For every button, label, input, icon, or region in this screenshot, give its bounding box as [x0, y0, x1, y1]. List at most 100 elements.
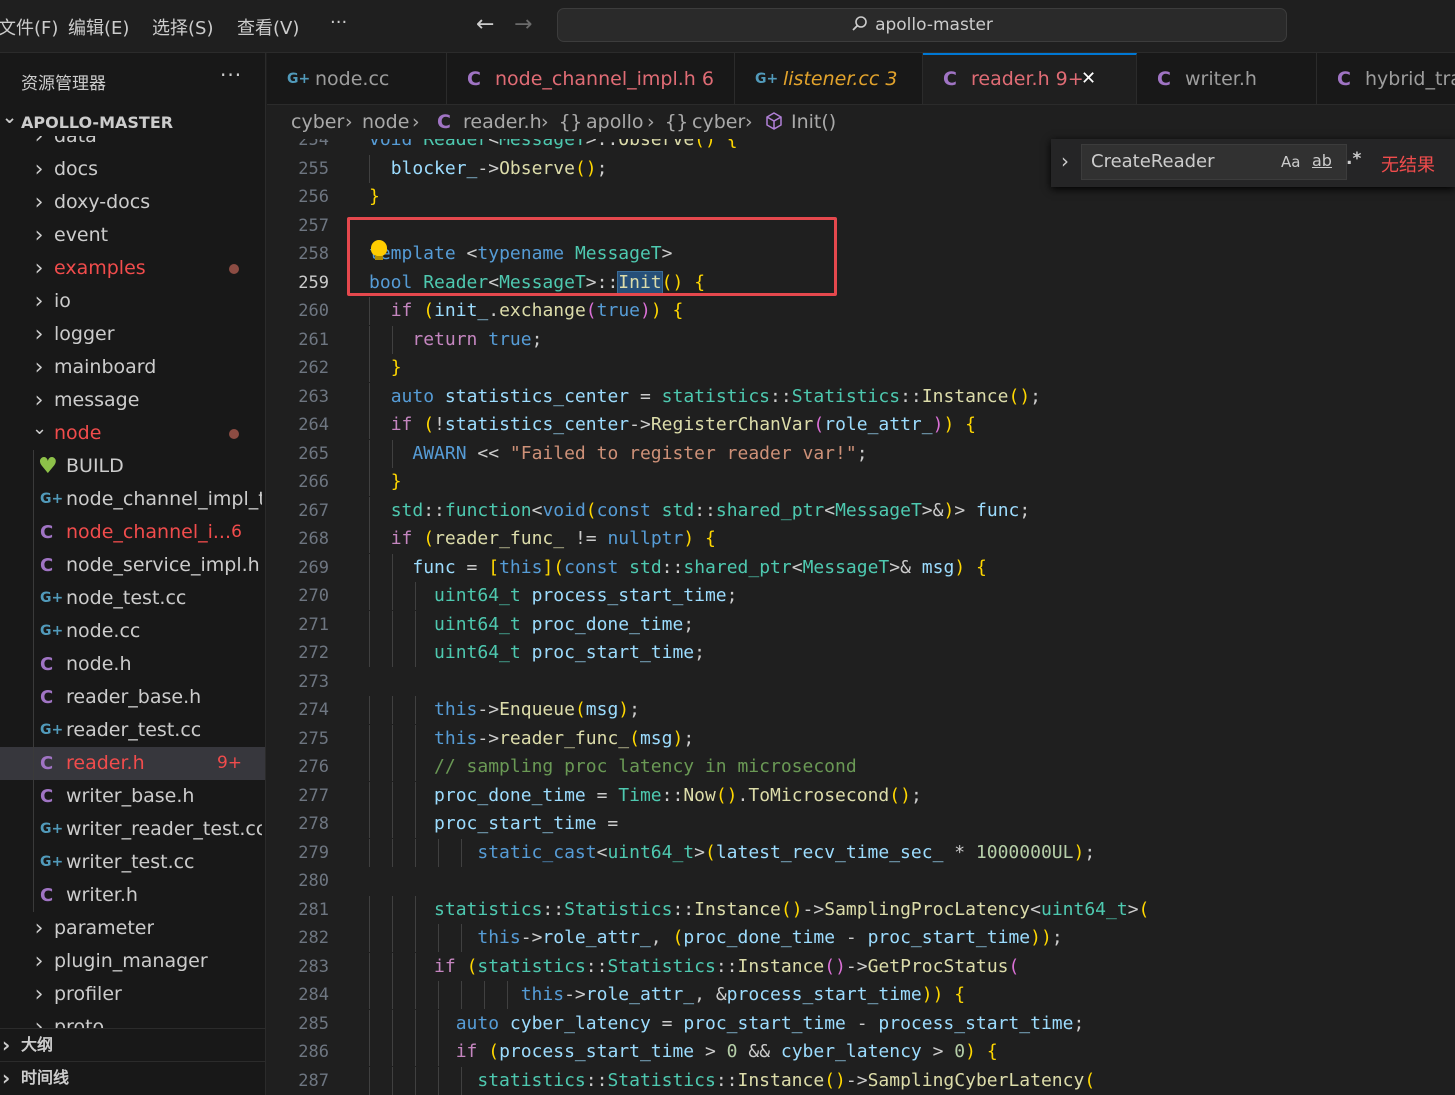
tree-item[interactable]: G+ node_test.cc [0, 582, 265, 615]
code-line: 271 uint64_t proc_done_time; [267, 610, 1455, 639]
tree-item[interactable]: G+node_channel_impl_t... [0, 483, 265, 516]
match-case-toggle[interactable]: Aa [1281, 153, 1300, 171]
tree-item-label: event [54, 224, 109, 246]
line-number: 282 [298, 928, 329, 948]
code-text: template <typename MessageT> [369, 243, 673, 264]
c-header-file-icon: C [40, 555, 54, 576]
problem-count-badge: 9+ [216, 753, 242, 773]
tab-label: reader.h 9+ [971, 68, 1084, 90]
line-number: 279 [298, 842, 329, 863]
breadcrumb-item[interactable]: cyber [291, 105, 344, 139]
toggle-replace-chevron-icon[interactable]: › [1061, 149, 1069, 173]
tree-item[interactable]: › examples [0, 252, 265, 285]
problem-count-badge: 6 [231, 522, 242, 542]
tree-item[interactable]: Cwriter.h [0, 879, 265, 912]
whole-word-toggle[interactable]: ab [1312, 151, 1332, 170]
code-text: this->reader_func_(msg); [434, 727, 695, 749]
line-number: 268 [298, 529, 329, 549]
indent-guide [33, 549, 34, 582]
tab-label: node.cc [315, 68, 390, 90]
tree-item-label: docs [54, 158, 99, 180]
editor-tab[interactable]: Cwriter.h [1137, 53, 1317, 104]
tree-item[interactable]: › docs [0, 153, 265, 186]
tab-label: hybrid_transm [1365, 68, 1455, 90]
tab-label: node_channel_impl.h 6 [495, 68, 714, 90]
editor-tab[interactable]: Chybrid_transm [1317, 53, 1455, 104]
code-line: 262 } [267, 354, 1455, 382]
tree-item[interactable]: Cnode.h [0, 648, 265, 681]
close-icon[interactable]: ✕ [1081, 55, 1096, 103]
find-result-status: 无结果 [1381, 155, 1435, 176]
tree-item-label: node [54, 422, 102, 444]
code-editor[interactable]: 254 void Reader<MessageT>::Observe() {255… [267, 139, 1455, 1095]
breadcrumb-separator: › [647, 111, 655, 133]
c-header-file-icon: C [40, 522, 54, 543]
code-line: 283 if (statistics::Statistics::Instance… [267, 952, 1455, 981]
editor-tab[interactable]: G+ node.cc [267, 53, 447, 104]
code-text: } [390, 357, 402, 378]
breadcrumb-item[interactable]: apollo [586, 105, 644, 139]
find-input[interactable]: CreateReader [1081, 144, 1347, 180]
tree-item[interactable]: Cnode_channel_i... 6 [0, 516, 265, 549]
tree-item[interactable]: G+ writer_reader_test.cc [0, 813, 265, 846]
tree-item[interactable]: › data [0, 136, 265, 153]
back-arrow-icon[interactable]: ← [476, 12, 494, 37]
header-file-icon: C [437, 111, 451, 133]
outline-panel-header[interactable]: › 大纲 [0, 1028, 265, 1061]
tree-item[interactable]: G+ node.cc [0, 615, 265, 648]
workspace-root-label: APOLLO-MASTER [21, 113, 174, 132]
c-header-file-icon: C [943, 68, 957, 90]
editor-tab[interactable]: G+ listener.cc 3 [735, 53, 923, 104]
forward-arrow-icon[interactable]: → [514, 12, 532, 37]
tree-item[interactable]: Cwriter_base.h [0, 780, 265, 813]
tree-item[interactable]: › doxy-docs [0, 186, 265, 219]
code-line: 264 if (!statistics_center->RegisterChan… [267, 411, 1455, 439]
tree-item[interactable]: › mainboard [0, 351, 265, 384]
tree-item[interactable]: Creader.h 9+ [0, 747, 265, 780]
tree-item[interactable]: › event [0, 219, 265, 252]
timeline-panel-header[interactable]: › 时间线 [0, 1061, 265, 1094]
menu-file[interactable]: 文件(F) [0, 14, 58, 40]
line-number: 280 [298, 871, 329, 891]
breadcrumb-item[interactable]: cyber [692, 105, 745, 139]
menu-edit[interactable]: 编辑(E) [68, 14, 129, 40]
breadcrumb-item[interactable]: reader.h [463, 105, 542, 139]
tree-item[interactable]: G+ reader_test.cc [0, 714, 265, 747]
menu-select[interactable]: 选择(S) [152, 14, 213, 40]
chevron-down-icon: ⌄ [32, 418, 48, 439]
tree-item[interactable]: › parameter [0, 912, 265, 945]
regex-toggle[interactable]: .* [1346, 149, 1361, 169]
tree-item-label: reader_base.h [66, 686, 202, 708]
tree-item[interactable]: › proto [0, 1011, 265, 1029]
code-text: if (statistics::Statistics::Instance()->… [434, 955, 1020, 977]
workspace-root[interactable]: ⌄ APOLLO-MASTER [0, 107, 265, 135]
menu-view[interactable]: 查看(V) [237, 14, 299, 40]
menu-more[interactable]: ··· [330, 12, 347, 33]
indent-guide [33, 681, 34, 714]
method-icon [764, 105, 784, 139]
tree-item[interactable]: › logger [0, 318, 265, 351]
line-number: 277 [298, 785, 329, 806]
tree-item[interactable]: ⌄ node [0, 417, 265, 450]
tree-item[interactable]: Creader_base.h [0, 681, 265, 714]
tree-item[interactable]: › plugin_manager [0, 945, 265, 978]
command-center[interactable]: apollo-master [557, 8, 1287, 42]
editor-tabs: G+ node.cc Cnode_channel_impl.h 6 G+ listene… [267, 53, 1455, 105]
tree-item[interactable]: G+ writer_test.cc [0, 846, 265, 879]
explorer-more-button[interactable]: ··· [220, 63, 242, 87]
tree-item[interactable]: ♥ BUILD [0, 450, 265, 483]
breadcrumb-item[interactable]: node [362, 105, 409, 139]
code-text: if (!statistics_center->RegisterChanVar(… [390, 414, 976, 435]
indent-guide [33, 747, 34, 780]
modified-dot [229, 429, 239, 439]
editor-tab[interactable]: Cnode_channel_impl.h 6 [447, 53, 735, 104]
indent-guide [33, 846, 34, 879]
editor-tab[interactable]: Creader.h 9+ ✕ [923, 53, 1137, 104]
tree-item[interactable]: › io [0, 285, 265, 318]
tree-item[interactable]: Cnode_service_impl.h [0, 549, 265, 582]
lightbulb-icon[interactable] [371, 240, 387, 256]
tree-item[interactable]: › profiler [0, 978, 265, 1011]
tree-item-label: node_channel_i... [66, 521, 231, 543]
breadcrumb-item[interactable]: Init() [791, 105, 836, 139]
tree-item-label: proto [54, 1016, 105, 1029]
